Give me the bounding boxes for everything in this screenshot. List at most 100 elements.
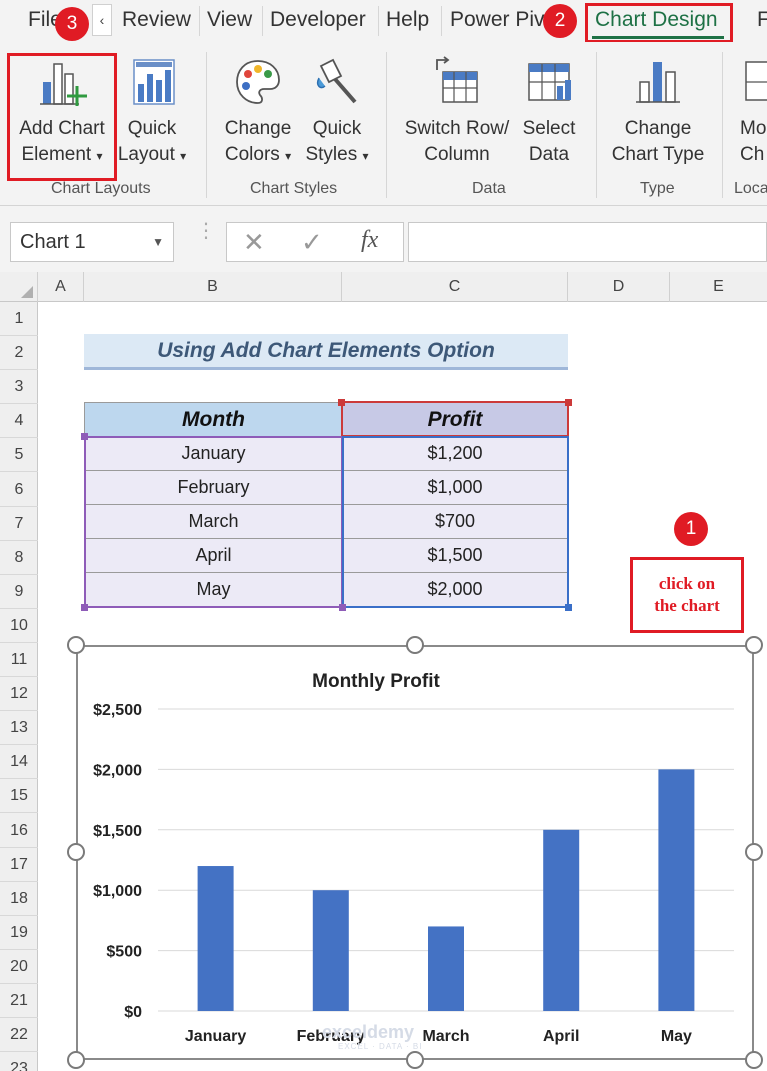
series-name-range-highlight bbox=[341, 401, 569, 437]
chart-resize-handle[interactable] bbox=[67, 1051, 85, 1069]
quick-layout-icon bbox=[133, 59, 175, 105]
column-header-d[interactable]: D bbox=[568, 272, 670, 302]
note-line1: click on bbox=[658, 574, 716, 593]
y-tick-label: $500 bbox=[106, 944, 142, 961]
paintbrush-icon bbox=[316, 58, 357, 104]
chart-resize-handle[interactable] bbox=[67, 843, 85, 861]
step-badge-1: 1 bbox=[674, 512, 708, 546]
name-box[interactable]: Chart 1 ▼ bbox=[10, 222, 174, 262]
column-header-b[interactable]: B bbox=[84, 272, 342, 302]
ribbon-group-separator bbox=[206, 52, 207, 198]
group-label-chart-layouts: Chart Layouts bbox=[51, 180, 151, 197]
row-header-20[interactable]: 20 bbox=[0, 950, 38, 984]
y-tick-label: $1,000 bbox=[93, 883, 142, 900]
formula-bar-grip-icon[interactable]: ⋮ bbox=[196, 221, 216, 241]
row-header-22[interactable]: 22 bbox=[0, 1018, 38, 1053]
range-handle[interactable] bbox=[81, 433, 88, 440]
insert-function-icon[interactable]: fx bbox=[361, 227, 378, 254]
tab-power-pivot[interactable]: Power Piv bbox=[450, 8, 545, 32]
quick-layout-button[interactable]: Quick Layout ▾ bbox=[112, 56, 192, 169]
chart-resize-handle[interactable] bbox=[406, 1051, 424, 1069]
row-header-5[interactable]: 5 bbox=[0, 438, 38, 473]
x-tick-label: April bbox=[543, 1028, 579, 1045]
formula-input[interactable] bbox=[408, 222, 767, 262]
tab-review[interactable]: Review bbox=[122, 8, 191, 32]
header-month[interactable]: Month bbox=[84, 402, 343, 437]
values-range-highlight bbox=[342, 436, 569, 608]
row-header-8[interactable]: 8 bbox=[0, 541, 38, 575]
row-header-2[interactable]: 2 bbox=[0, 336, 38, 371]
formula-bar: Chart 1 ▼ ⋮ ✕ ✓ fx bbox=[0, 206, 767, 272]
select-data-button[interactable]: Select Data bbox=[518, 56, 580, 168]
tab-scroll-left-button[interactable]: ‹ bbox=[92, 4, 112, 36]
ribbon-group-separator bbox=[386, 52, 387, 198]
select-data-label-line2: Data bbox=[528, 144, 570, 165]
row-header-10[interactable]: 10 bbox=[0, 609, 38, 643]
range-handle[interactable] bbox=[339, 604, 346, 611]
row-header-16[interactable]: 16 bbox=[0, 814, 38, 848]
tab-developer[interactable]: Developer bbox=[270, 8, 366, 32]
range-handle[interactable] bbox=[565, 399, 572, 406]
tab-help[interactable]: Help bbox=[386, 8, 429, 32]
quick-styles-button[interactable]: Quick Styles ▾ bbox=[300, 56, 374, 169]
tab-view[interactable]: View bbox=[207, 8, 252, 32]
cancel-icon[interactable]: ✕ bbox=[243, 227, 265, 258]
row-header-13[interactable]: 13 bbox=[0, 711, 38, 746]
chart-resize-handle[interactable] bbox=[745, 843, 763, 861]
row-header-3[interactable]: 3 bbox=[0, 370, 38, 405]
bar-may bbox=[658, 769, 695, 1011]
chevron-down-icon[interactable]: ▼ bbox=[152, 223, 164, 261]
quick-layout-label-line2: Layout bbox=[117, 144, 175, 165]
column-header-bar: A B C D E bbox=[0, 272, 767, 302]
move-chart-label-line2: Ch bbox=[740, 144, 765, 165]
range-handle[interactable] bbox=[565, 604, 572, 611]
enter-icon[interactable]: ✓ bbox=[301, 227, 323, 258]
change-chart-type-button[interactable]: Change Chart Type bbox=[606, 56, 710, 168]
change-chart-type-label-line2: Chart Type bbox=[611, 144, 705, 165]
group-label-chart-styles: Chart Styles bbox=[250, 180, 338, 197]
select-all-corner[interactable] bbox=[0, 272, 38, 302]
group-label-data: Data bbox=[472, 180, 506, 197]
row-header-12[interactable]: 12 bbox=[0, 677, 38, 712]
step-badge-3: 3 bbox=[55, 7, 89, 41]
bar-february bbox=[312, 890, 349, 1011]
y-tick-label: $1,500 bbox=[93, 823, 142, 840]
row-header-1[interactable]: 1 bbox=[0, 302, 38, 337]
chart-resize-handle[interactable] bbox=[745, 1051, 763, 1069]
row-header-18[interactable]: 18 bbox=[0, 882, 38, 916]
chart-resize-handle[interactable] bbox=[406, 636, 424, 654]
row-header-15[interactable]: 15 bbox=[0, 779, 38, 814]
switch-row-column-button[interactable]: Switch Row/ Column bbox=[400, 56, 514, 168]
chart-resize-handle[interactable] bbox=[67, 636, 85, 654]
row-header-19[interactable]: 19 bbox=[0, 916, 38, 950]
column-header-a[interactable]: A bbox=[38, 272, 84, 302]
quick-layout-label-line1: Quick bbox=[127, 118, 177, 139]
note-line2: the chart bbox=[654, 596, 720, 615]
row-header-4[interactable]: 4 bbox=[0, 404, 38, 439]
bar-january bbox=[197, 866, 234, 1011]
row-header-7[interactable]: 7 bbox=[0, 507, 38, 541]
chevron-down-icon: ▾ bbox=[180, 149, 187, 163]
column-header-e[interactable]: E bbox=[670, 272, 767, 302]
category-range-highlight bbox=[84, 436, 343, 608]
row-header-6[interactable]: 6 bbox=[0, 473, 38, 507]
ribbon-group-separator bbox=[722, 52, 723, 198]
tab-format[interactable]: F bbox=[757, 8, 767, 32]
move-chart-button[interactable]: Mo Ch bbox=[740, 56, 767, 168]
chart-resize-handle[interactable] bbox=[745, 636, 763, 654]
row-header-11[interactable]: 11 bbox=[0, 643, 38, 678]
row-header-21[interactable]: 21 bbox=[0, 984, 38, 1019]
change-colors-button[interactable]: Change Colors ▾ bbox=[218, 56, 298, 169]
profit-bar-chart[interactable]: Monthly Profit $0 $500 $1,000 $1,500 $2,000 $2… bbox=[76, 645, 754, 1060]
column-header-c[interactable]: C bbox=[342, 272, 568, 302]
range-handle[interactable] bbox=[338, 399, 345, 406]
row-header-23[interactable]: 23 bbox=[0, 1052, 38, 1071]
add-chart-element-highlight-box bbox=[7, 53, 117, 181]
sheet-title[interactable]: Using Add Chart Elements Option bbox=[84, 334, 568, 370]
y-tick-label: $2,500 bbox=[93, 702, 142, 719]
row-header-14[interactable]: 14 bbox=[0, 745, 38, 780]
range-handle[interactable] bbox=[81, 604, 88, 611]
row-header-9[interactable]: 9 bbox=[0, 575, 38, 609]
row-header-17[interactable]: 17 bbox=[0, 848, 38, 882]
name-box-value: Chart 1 bbox=[20, 231, 86, 253]
